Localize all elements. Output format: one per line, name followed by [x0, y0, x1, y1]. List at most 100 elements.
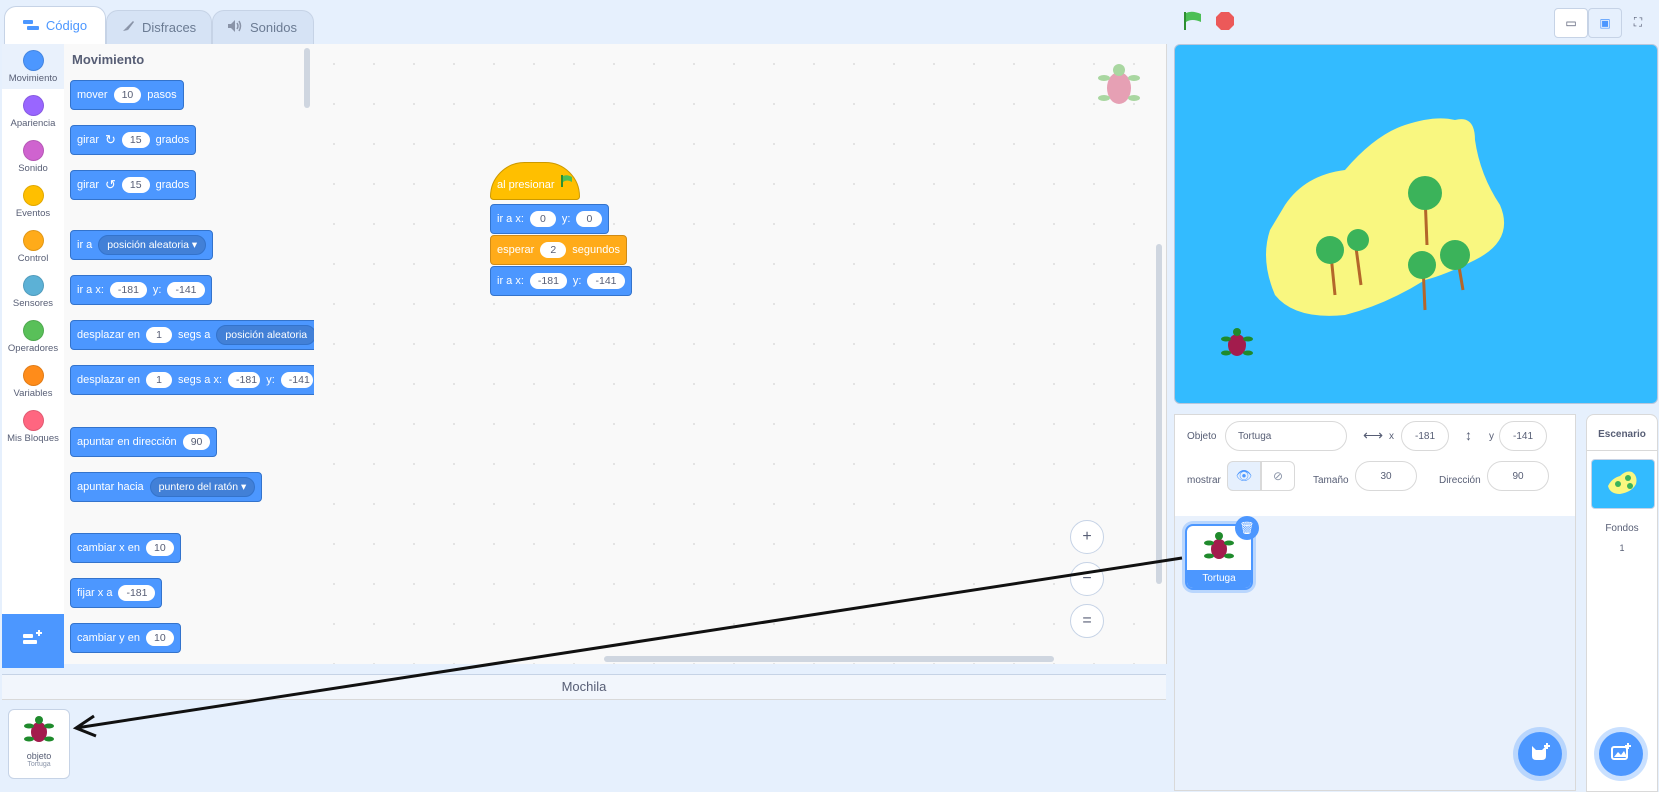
add-extension-button[interactable] — [2, 614, 64, 668]
block-glide-to-xy[interactable]: desplazar en 1 segs a x: -181 y: -141 — [70, 365, 314, 395]
block-input[interactable]: -181 — [118, 585, 156, 601]
show-hidden-button[interactable]: ⊘ — [1261, 461, 1295, 491]
small-stage-button[interactable]: ▭ — [1554, 8, 1588, 38]
turtle-icon — [9, 714, 69, 751]
category-sound[interactable]: Sonido — [2, 134, 64, 179]
green-flag-button[interactable] — [1182, 10, 1204, 37]
palette-scrollbar[interactable] — [304, 48, 310, 108]
block-go-to-xy[interactable]: ir a x: -181 y: -141 — [70, 275, 212, 305]
block-input[interactable]: 1 — [146, 372, 172, 388]
vertical-scrollbar[interactable] — [1156, 244, 1162, 584]
palette-title: Movimiento — [72, 52, 145, 67]
block-glide-to[interactable]: desplazar en 1 segs a posición aleatoria — [70, 320, 314, 350]
category-sensing[interactable]: Sensores — [2, 269, 64, 314]
block-input[interactable]: -181 — [529, 273, 567, 289]
block-input[interactable]: 10 — [113, 87, 142, 103]
block-input[interactable]: 10 — [145, 540, 174, 556]
y-input[interactable]: -141 — [1499, 421, 1547, 451]
script-go-to-xy-2[interactable]: ir a x: -181 y: -141 — [490, 266, 632, 296]
sprite-name-input[interactable]: Tortuga — [1225, 421, 1347, 451]
eye-slash-icon: ⊘ — [1272, 469, 1284, 483]
image-add-icon — [1610, 742, 1632, 767]
add-backdrop-button[interactable] — [1599, 732, 1643, 776]
size-input[interactable]: 30 — [1355, 461, 1417, 491]
block-input[interactable]: -141 — [587, 273, 625, 289]
category-my-blocks[interactable]: Mis Bloques — [2, 404, 64, 449]
block-input[interactable]: -141 — [167, 282, 205, 298]
block-point-in-direction[interactable]: apuntar en dirección 90 — [70, 427, 218, 457]
direction-input[interactable]: 90 — [1487, 461, 1549, 491]
add-sprite-button[interactable] — [1518, 732, 1562, 776]
tab-label: Código — [45, 18, 88, 33]
events-dot-icon — [22, 185, 44, 206]
code-workspace[interactable]: al presionar ir a x: 0 y: 0 esperar 2 segundo… — [314, 44, 1167, 664]
block-go-to[interactable]: ir a posición aleatoria ▾ — [70, 230, 214, 260]
fullscreen-button[interactable]: ⛶ — [1622, 8, 1654, 36]
stop-icon — [1214, 12, 1236, 36]
block-turn-right[interactable]: girar ↻ 15 grados — [70, 125, 197, 155]
block-dropdown[interactable]: posición aleatoria ▾ — [98, 235, 207, 255]
backdrops-count: 1 — [1619, 543, 1625, 553]
tab-costumes[interactable]: Disfraces — [106, 10, 212, 44]
block-change-y[interactable]: cambiar y en 10 — [70, 623, 181, 653]
looks-dot-icon — [22, 95, 44, 116]
stage[interactable] — [1174, 44, 1658, 404]
block-input[interactable]: 15 — [121, 132, 150, 148]
category-motion[interactable]: Movimiento — [2, 44, 64, 89]
category-control[interactable]: Control — [2, 224, 64, 269]
block-input[interactable]: 10 — [145, 630, 174, 646]
block-dropdown[interactable]: posición aleatoria — [216, 325, 314, 345]
zoom-out-button[interactable]: − — [1070, 562, 1104, 596]
direction-label: Dirección — [1439, 475, 1481, 486]
cat-add-icon — [1529, 742, 1551, 767]
large-stage-button[interactable]: ▣ — [1588, 8, 1622, 38]
backpack-item[interactable]: objeto Tortuga — [8, 709, 70, 779]
motion-dot-icon — [22, 50, 44, 71]
block-input[interactable]: 0 — [529, 211, 556, 227]
delete-sprite-button[interactable]: 🗑 — [1235, 516, 1259, 540]
backpack-item-sub: Tortuga — [27, 761, 51, 768]
rotate-left-icon: ↺ — [105, 177, 116, 192]
zoom-reset-button[interactable]: = — [1070, 604, 1104, 638]
x-input[interactable]: -181 — [1401, 421, 1449, 451]
fullscreen-icon: ⛶ — [1633, 14, 1643, 29]
backpack-title[interactable]: Mochila — [2, 675, 1166, 700]
block-turn-left[interactable]: girar ↺ 15 grados — [70, 170, 197, 200]
category-menu: Movimiento Apariencia Sonido Eventos Con… — [2, 44, 65, 664]
tab-sounds[interactable]: Sonidos — [212, 10, 314, 44]
script-wait-block[interactable]: esperar 2 segundos — [490, 235, 628, 265]
category-operators[interactable]: Operadores — [2, 314, 64, 359]
block-point-towards[interactable]: apuntar hacia puntero del ratón ▾ — [70, 472, 263, 502]
speaker-icon — [227, 19, 243, 36]
tab-code[interactable]: Código — [4, 6, 106, 44]
backdrop-thumb[interactable] — [1591, 459, 1655, 509]
zoom-reset-icon: = — [1082, 612, 1092, 629]
extension-icon — [22, 629, 44, 653]
block-input[interactable]: -181 — [109, 282, 147, 298]
zoom-in-button[interactable]: + — [1070, 520, 1104, 554]
block-input[interactable]: -181 — [228, 372, 261, 388]
show-visible-button[interactable]: 👁 — [1227, 461, 1261, 491]
block-input[interactable]: 90 — [182, 434, 211, 450]
when-flag-clicked-block[interactable]: al presionar — [490, 162, 580, 200]
stop-button[interactable] — [1214, 10, 1236, 37]
horizontal-scrollbar[interactable] — [604, 656, 1054, 662]
eye-icon: 👁 — [1235, 468, 1253, 483]
block-input[interactable]: 1 — [146, 327, 172, 343]
block-input[interactable]: 2 — [540, 242, 567, 258]
category-looks[interactable]: Apariencia — [2, 89, 64, 134]
block-dropdown[interactable]: puntero del ratón ▾ — [149, 477, 256, 497]
block-input[interactable]: -141 — [280, 372, 313, 388]
category-events[interactable]: Eventos — [2, 179, 64, 224]
block-move-steps[interactable]: mover 10 pasos — [70, 80, 184, 110]
block-input[interactable]: 15 — [121, 177, 150, 193]
variables-dot-icon — [22, 365, 44, 386]
x-arrow-icon: ⟷ — [1363, 427, 1384, 443]
category-variables[interactable]: Variables — [2, 359, 64, 404]
sound-dot-icon — [22, 140, 44, 161]
script-go-to-xy-1[interactable]: ir a x: 0 y: 0 — [490, 204, 610, 234]
control-dot-icon — [22, 230, 44, 251]
block-set-x[interactable]: fijar x a -181 — [70, 578, 163, 608]
block-change-x[interactable]: cambiar x en 10 — [70, 533, 181, 563]
block-input[interactable]: 0 — [576, 211, 603, 227]
